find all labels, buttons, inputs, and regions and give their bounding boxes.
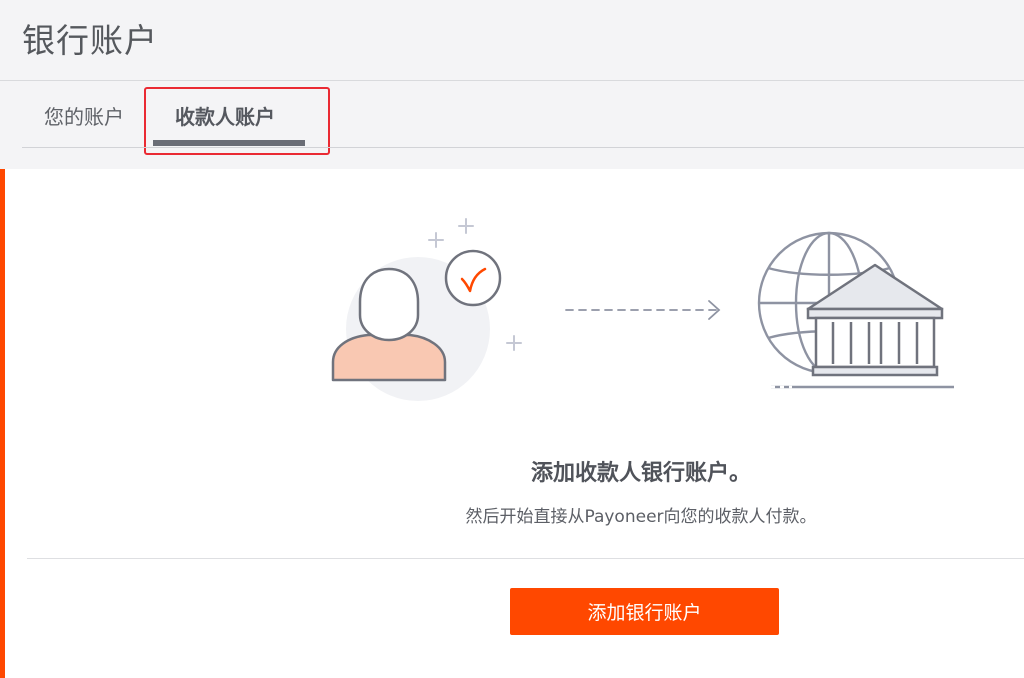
dashed-arrow-icon [565, 300, 721, 320]
add-bank-account-button[interactable]: 添加银行账户 [510, 588, 779, 635]
content-divider [27, 558, 1024, 559]
empty-state-title: 添加收款人银行账户。 [530, 461, 751, 486]
tab-highlight-box [144, 87, 330, 155]
main-content: 添加收款人银行账户。 然后开始直接从Payoneer向您的收款人付款。 添加银行… [0, 169, 1024, 678]
page-title: 银行账户 [22, 21, 158, 60]
page-header: 银行账户 [0, 0, 1024, 81]
empty-state-subtitle: 然后开始直接从Payoneer向您的收款人付款。 [465, 507, 817, 527]
check-circle-icon [444, 249, 502, 307]
empty-state-illustration [331, 218, 954, 401]
tab-your-accounts[interactable]: 您的账户 [44, 101, 124, 130]
tab-bar: 您的账户 收款人账户 [0, 81, 1024, 169]
tabs-divider [22, 147, 1024, 148]
